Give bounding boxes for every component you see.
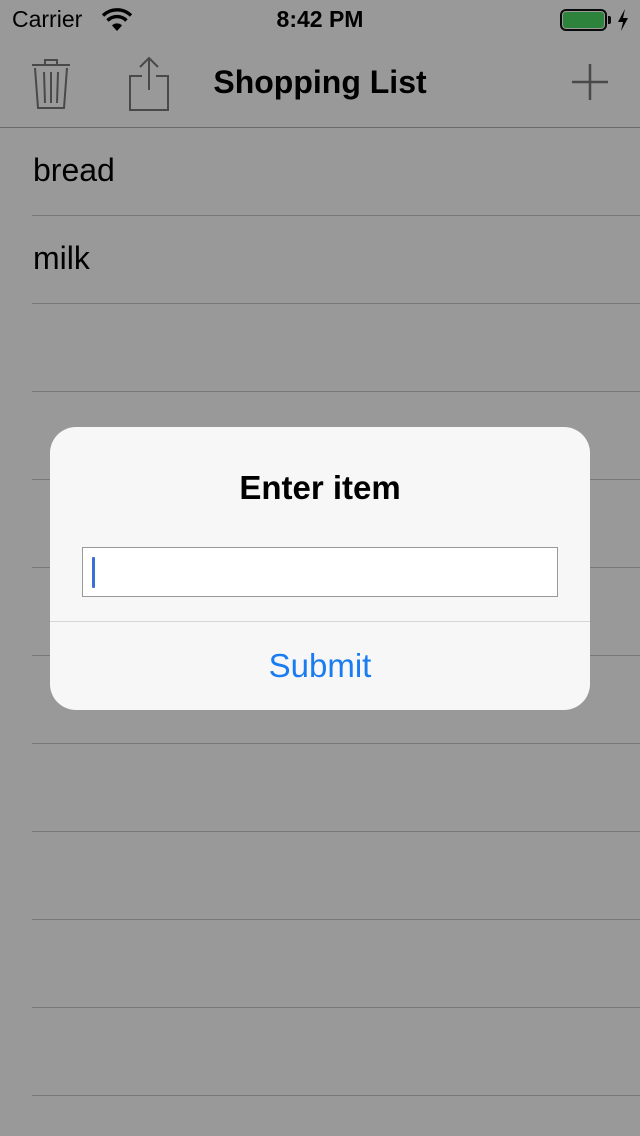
item-input[interactable] [97, 548, 547, 596]
enter-item-dialog: Enter item Submit [50, 427, 590, 710]
dialog-title: Enter item [239, 469, 401, 506]
item-text-field[interactable] [82, 547, 558, 597]
text-cursor [92, 557, 95, 588]
submit-button[interactable]: Submit [50, 622, 590, 710]
